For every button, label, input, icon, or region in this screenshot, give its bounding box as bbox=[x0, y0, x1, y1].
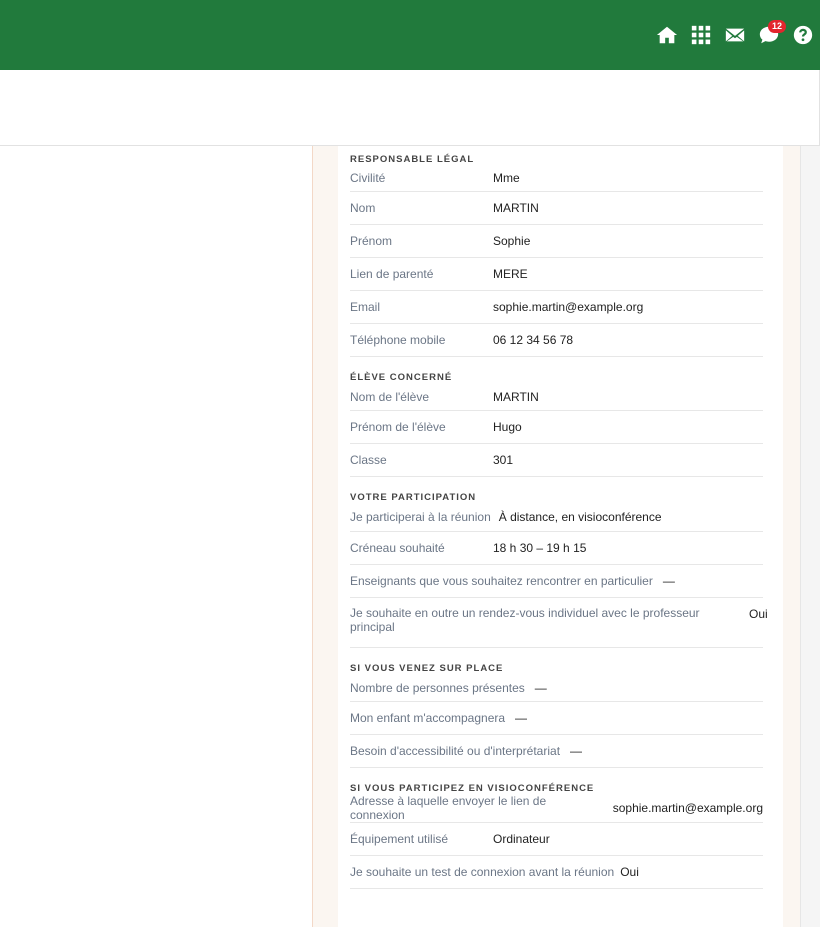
field-label: Équipement utilisé bbox=[350, 832, 449, 846]
field-value: Hugo bbox=[493, 420, 522, 434]
field-value: sophie.martin@example.org bbox=[612, 801, 763, 815]
help-icon[interactable] bbox=[786, 18, 820, 52]
field-label: Besoin d'accessibilité ou d'interprétari… bbox=[350, 744, 561, 758]
field-label: Nom bbox=[350, 201, 376, 215]
left-blank-area bbox=[0, 146, 312, 927]
field-value: Oui bbox=[620, 865, 639, 879]
mail-icon[interactable] bbox=[718, 18, 752, 52]
field-label: Classe bbox=[350, 453, 387, 467]
row-lien-parente: Lien de parenté MERE bbox=[350, 258, 763, 291]
row-nombre-personnes: Nombre de personnes présentes — bbox=[350, 674, 763, 702]
field-value: — bbox=[570, 744, 583, 758]
field-value: 18 h 30 – 19 h 15 bbox=[493, 541, 587, 555]
field-value: Sophie bbox=[493, 234, 531, 248]
field-value: À distance, en visioconférence bbox=[498, 510, 662, 524]
section-title: VOTRE PARTICIPATION bbox=[350, 492, 477, 503]
field-label: Enseignants que vous souhaitez rencontre… bbox=[350, 574, 653, 588]
home-icon[interactable] bbox=[650, 18, 684, 52]
field-value: sophie.martin@example.org bbox=[493, 300, 644, 314]
field-value: — bbox=[534, 680, 547, 695]
sub-header bbox=[0, 70, 820, 146]
row-civilite: Civilité Mme bbox=[350, 165, 763, 192]
row-prenom: Prénom Sophie bbox=[350, 225, 763, 258]
row-participation-mode: Je participerai à la réunion À distance, … bbox=[350, 503, 763, 532]
row-rendez-vous: Je souhaite en outre un rendez-vous indi… bbox=[350, 598, 768, 648]
field-label: Lien de parenté bbox=[350, 267, 434, 281]
field-label: Adresse à laquelle envoyer le lien de co… bbox=[350, 794, 547, 822]
field-value: MARTIN bbox=[493, 389, 539, 404]
notification-badge: 12 bbox=[767, 20, 786, 33]
field-value: 301 bbox=[493, 453, 514, 467]
field-label: Prénom bbox=[350, 234, 393, 248]
row-prenom-eleve: Prénom de l'élève Hugo bbox=[350, 411, 763, 444]
field-label: Civilité bbox=[350, 171, 386, 185]
content-column: RESPONSABLE LÉGAL Civilité Mme Nom MARTIN … bbox=[312, 146, 800, 927]
field-label: Je souhaite un test de connexion avant l… bbox=[350, 865, 615, 879]
top-navigation-bar: 12 bbox=[0, 0, 820, 70]
row-enseignants: Enseignants que vous souhaitez rencontre… bbox=[350, 565, 763, 598]
form-panel: RESPONSABLE LÉGAL Civilité Mme Nom MARTIN … bbox=[338, 146, 783, 927]
field-value: — bbox=[515, 711, 528, 725]
right-scroll-area bbox=[800, 146, 820, 927]
row-telephone: Téléphone mobile 06 12 34 56 78 bbox=[350, 324, 763, 357]
row-email: Email sophie.martin@example.org bbox=[350, 291, 763, 324]
row-adresse-lien: Adresse à laquelle envoyer le lien de co… bbox=[350, 794, 763, 823]
chat-icon[interactable]: 12 bbox=[752, 18, 786, 52]
section-responsable: RESPONSABLE LÉGAL Civilité Mme Nom MARTIN … bbox=[338, 146, 783, 357]
field-value: Ordinateur bbox=[493, 832, 550, 846]
field-label: Téléphone mobile bbox=[350, 333, 446, 347]
section-title: SI VOUS PARTICIPEZ EN VISIOCONFÉRENCE bbox=[350, 783, 595, 794]
field-value: Mme bbox=[493, 171, 520, 185]
field-label: Mon enfant m'accompagnera bbox=[350, 711, 506, 725]
row-enfant-accompagne: Mon enfant m'accompagnera — bbox=[350, 702, 763, 735]
section-sur-place: SI VOUS VENEZ SUR PLACE Nombre de person… bbox=[338, 655, 783, 768]
row-creneau: Créneau souhaité 18 h 30 – 19 h 15 bbox=[350, 532, 763, 565]
field-label: Je souhaite en outre un rendez-vous indi… bbox=[350, 606, 700, 634]
section-title: ÉLÈVE CONCERNÉ bbox=[350, 372, 453, 383]
top-icons: 12 bbox=[650, 0, 820, 70]
field-value: 06 12 34 56 78 bbox=[493, 333, 574, 347]
field-value: — bbox=[662, 574, 675, 588]
row-test-connexion: Je souhaite un test de connexion avant l… bbox=[350, 856, 763, 889]
field-label: Nombre de personnes présentes bbox=[350, 680, 525, 695]
row-classe: Classe 301 bbox=[350, 444, 763, 477]
section-participation: VOTRE PARTICIPATION Je participerai à la… bbox=[338, 484, 783, 648]
row-nom-eleve: Nom de l'élève MARTIN bbox=[350, 383, 763, 411]
row-equipement: Équipement utilisé Ordinateur bbox=[350, 823, 763, 856]
apps-grid-icon[interactable] bbox=[684, 18, 718, 52]
row-nom: Nom MARTIN bbox=[350, 192, 763, 225]
row-accessibilite: Besoin d'accessibilité ou d'interprétari… bbox=[350, 735, 763, 768]
section-title: RESPONSABLE LÉGAL bbox=[350, 154, 475, 165]
field-label: Prénom de l'élève bbox=[350, 420, 446, 434]
field-label: Email bbox=[350, 300, 381, 314]
field-value: MARTIN bbox=[493, 201, 539, 215]
section-eleve: ÉLÈVE CONCERNÉ Nom de l'élève MARTIN Prén… bbox=[338, 364, 783, 477]
field-label: Je participerai à la réunion bbox=[350, 510, 491, 524]
field-label: Nom de l'élève bbox=[350, 389, 429, 404]
section-visio: SI VOUS PARTICIPEZ EN VISIOCONFÉRENCE Ad… bbox=[338, 775, 783, 889]
section-title: SI VOUS VENEZ SUR PLACE bbox=[350, 663, 504, 674]
field-label: Créneau souhaité bbox=[350, 541, 445, 555]
field-value: MERE bbox=[493, 267, 528, 281]
field-value: Oui bbox=[749, 607, 768, 621]
